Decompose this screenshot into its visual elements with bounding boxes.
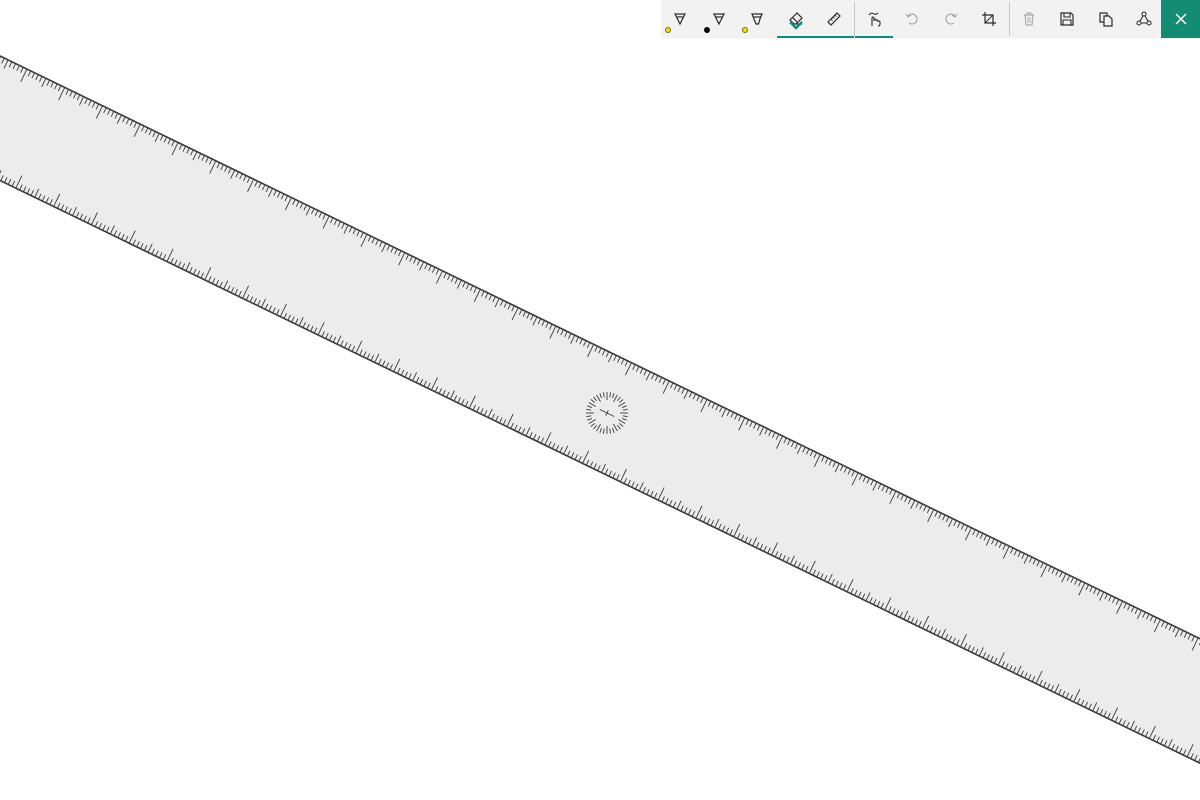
share-button[interactable] [1125,0,1164,38]
ruler-button[interactable] [815,0,854,38]
ballpoint-pen-button[interactable] [661,0,700,38]
drawing-canvas[interactable] [0,0,1200,800]
active-indicator [854,36,893,38]
undo-icon [905,13,918,25]
trash-icon [1023,12,1034,26]
ink-toolbar [661,0,1200,38]
undo-button[interactable] [893,0,932,38]
copy-button[interactable] [1087,0,1126,38]
eraser-button[interactable] [776,0,815,38]
crop-icon [982,12,997,26]
pencil-button[interactable] [700,0,739,38]
chevron-down-icon [788,21,803,30]
redo-button[interactable] [932,0,971,38]
crop-button[interactable] [970,0,1009,38]
close-button[interactable] [1161,0,1200,38]
ballpoint-pen-icon [674,13,687,26]
highlighter-icon [751,13,764,25]
touch-writing-icon [868,12,881,27]
highlighter-color-dot [742,27,748,33]
pencil-icon [712,13,725,26]
touch-writing-button[interactable] [854,0,893,38]
ruler-body [0,56,1200,764]
ruler-icon [827,12,842,26]
close-icon [1174,13,1187,25]
pen-color-dot [665,27,671,33]
pencil-color-dot [703,27,710,33]
ruler[interactable] [0,0,1200,800]
save-button[interactable] [1048,0,1087,38]
active-indicator [776,36,815,38]
share-icon [1136,11,1152,26]
delete-button[interactable] [1010,0,1049,38]
redo-icon [945,13,958,25]
save-icon [1060,12,1074,26]
active-indicator [815,36,854,38]
copy-icon [1099,12,1113,27]
highlighter-button[interactable] [738,0,777,38]
